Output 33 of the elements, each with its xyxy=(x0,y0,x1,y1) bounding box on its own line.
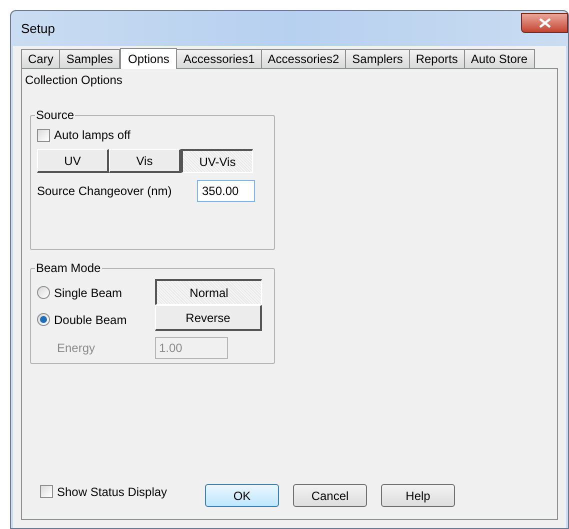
field-label: Energy xyxy=(56,340,96,357)
dialog-button[interactable]: Help xyxy=(381,484,455,507)
tab[interactable]: Reports xyxy=(408,49,465,68)
radio-button[interactable] xyxy=(37,313,50,326)
toggle-button[interactable]: Vis xyxy=(109,149,181,173)
checkbox-label: Auto lamps off xyxy=(54,127,130,144)
close-button[interactable] xyxy=(521,12,568,32)
field-label: Source Changeover (nm) xyxy=(37,183,173,200)
checkbox[interactable] xyxy=(40,485,53,498)
radio-label: Single Beam xyxy=(54,284,122,302)
tab[interactable]: Samplers xyxy=(345,49,410,68)
tab[interactable]: Accessories1 xyxy=(176,49,262,68)
group-title: Source xyxy=(35,108,76,122)
toggle-button[interactable]: Reverse xyxy=(155,305,262,331)
input-field[interactable]: 350.00 xyxy=(197,180,255,202)
group-title: Beam Mode xyxy=(35,261,102,275)
toggle-button[interactable]: UV-Vis xyxy=(181,149,253,173)
tab[interactable]: Options xyxy=(120,48,178,69)
radio-button[interactable] xyxy=(37,286,50,299)
tab[interactable]: Samples xyxy=(59,49,120,68)
tab[interactable]: Accessories2 xyxy=(260,49,346,68)
toggle-button[interactable]: UV xyxy=(37,149,109,173)
radio-label: Double Beam xyxy=(54,312,127,328)
page-heading: Collection Options xyxy=(25,72,122,89)
tab[interactable]: Cary xyxy=(21,49,60,68)
checkbox-label: Show Status Display xyxy=(57,484,168,500)
checkbox[interactable] xyxy=(37,128,50,142)
window-title: Setup xyxy=(21,20,55,38)
tab[interactable]: Auto Store xyxy=(464,49,535,68)
toggle-button[interactable]: Normal xyxy=(155,279,262,305)
close-icon xyxy=(538,18,550,28)
dialog-button[interactable]: Cancel xyxy=(293,484,367,507)
dialog-button[interactable]: OK xyxy=(205,484,279,507)
